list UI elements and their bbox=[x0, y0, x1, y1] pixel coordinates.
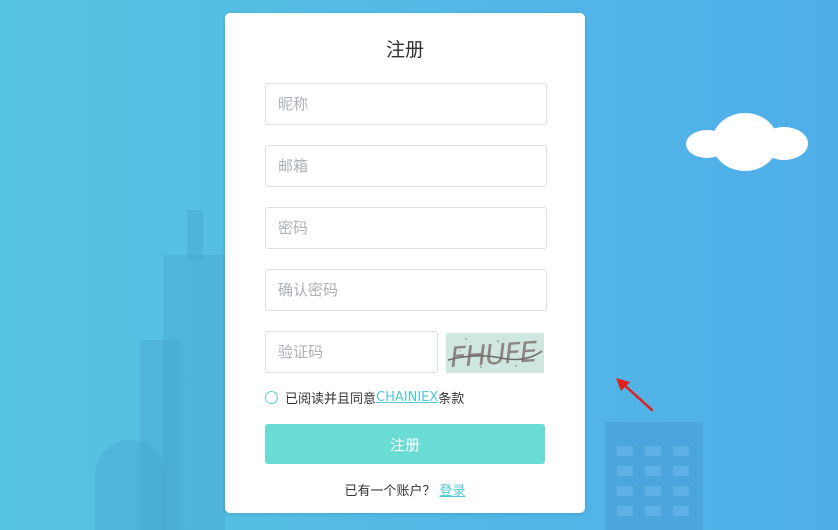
building-silhouette bbox=[605, 422, 703, 530]
captcha-text: FHUFE bbox=[449, 335, 539, 373]
captcha-input[interactable] bbox=[265, 331, 438, 373]
terms-suffix: 条款 bbox=[438, 391, 465, 407]
building-window bbox=[617, 506, 633, 516]
building-window bbox=[645, 466, 661, 476]
building-silhouette bbox=[95, 440, 165, 530]
email-input[interactable] bbox=[265, 145, 547, 187]
page-background: 注册 FHUFE 已阅读并且同意CHAINIEX条款 注册 已 bbox=[0, 0, 838, 530]
login-row: 已有一个账户？ 登录 bbox=[225, 480, 585, 499]
building-window bbox=[673, 506, 689, 516]
building-window bbox=[617, 466, 633, 476]
building-silhouette bbox=[187, 210, 203, 260]
building-window bbox=[673, 466, 689, 476]
register-button[interactable]: 注册 bbox=[265, 424, 545, 464]
building-window bbox=[617, 446, 633, 456]
red-arrow-icon bbox=[616, 378, 654, 412]
login-prompt: 已有一个账户？ bbox=[344, 484, 436, 499]
confirm-password-input[interactable] bbox=[265, 269, 547, 311]
terms-agreement: 已阅读并且同意 CHAINIEX 条款 bbox=[265, 387, 464, 407]
page-title: 注册 bbox=[385, 39, 424, 61]
nickname-input[interactable] bbox=[265, 83, 547, 125]
terms-prefix: 已阅读并且同意 bbox=[285, 391, 377, 407]
login-link[interactable]: 登录 bbox=[440, 484, 466, 499]
terms-link[interactable]: CHAINIEX bbox=[376, 390, 438, 405]
building-window bbox=[645, 506, 661, 516]
terms-radio[interactable] bbox=[265, 390, 278, 404]
building-window bbox=[673, 446, 689, 456]
cloud-part bbox=[712, 113, 778, 171]
register-card: 注册 FHUFE 已阅读并且同意CHAINIEX条款 注册 已 bbox=[225, 13, 585, 513]
building-window bbox=[645, 486, 661, 496]
building-window bbox=[645, 446, 661, 456]
building-window bbox=[617, 486, 633, 496]
password-input[interactable] bbox=[265, 207, 547, 249]
building-window bbox=[673, 486, 689, 496]
captcha-image[interactable]: FHUFE bbox=[446, 333, 544, 373]
